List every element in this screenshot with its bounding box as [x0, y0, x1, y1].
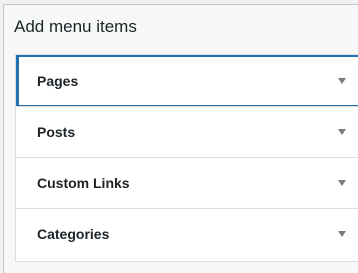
section-label-posts: Posts	[37, 124, 76, 140]
accordion-section-categories[interactable]: Categories	[16, 208, 358, 259]
section-label-pages: Pages	[37, 73, 79, 89]
add-menu-items-panel: Add menu items Pages Posts Custom Links …	[3, 4, 358, 273]
chevron-down-icon[interactable]	[338, 180, 346, 186]
menu-items-accordion: Pages Posts Custom Links Categories	[15, 54, 358, 262]
accordion-section-custom-links[interactable]: Custom Links	[16, 157, 358, 208]
section-label-custom-links: Custom Links	[37, 175, 130, 191]
chevron-down-icon[interactable]	[338, 231, 346, 237]
panel-title: Add menu items	[14, 17, 137, 36]
chevron-down-icon[interactable]	[338, 129, 346, 135]
section-label-categories: Categories	[37, 226, 110, 242]
accordion-section-posts[interactable]: Posts	[16, 106, 358, 157]
accordion-section-pages[interactable]: Pages	[16, 55, 358, 106]
chevron-down-icon[interactable]	[338, 78, 346, 84]
